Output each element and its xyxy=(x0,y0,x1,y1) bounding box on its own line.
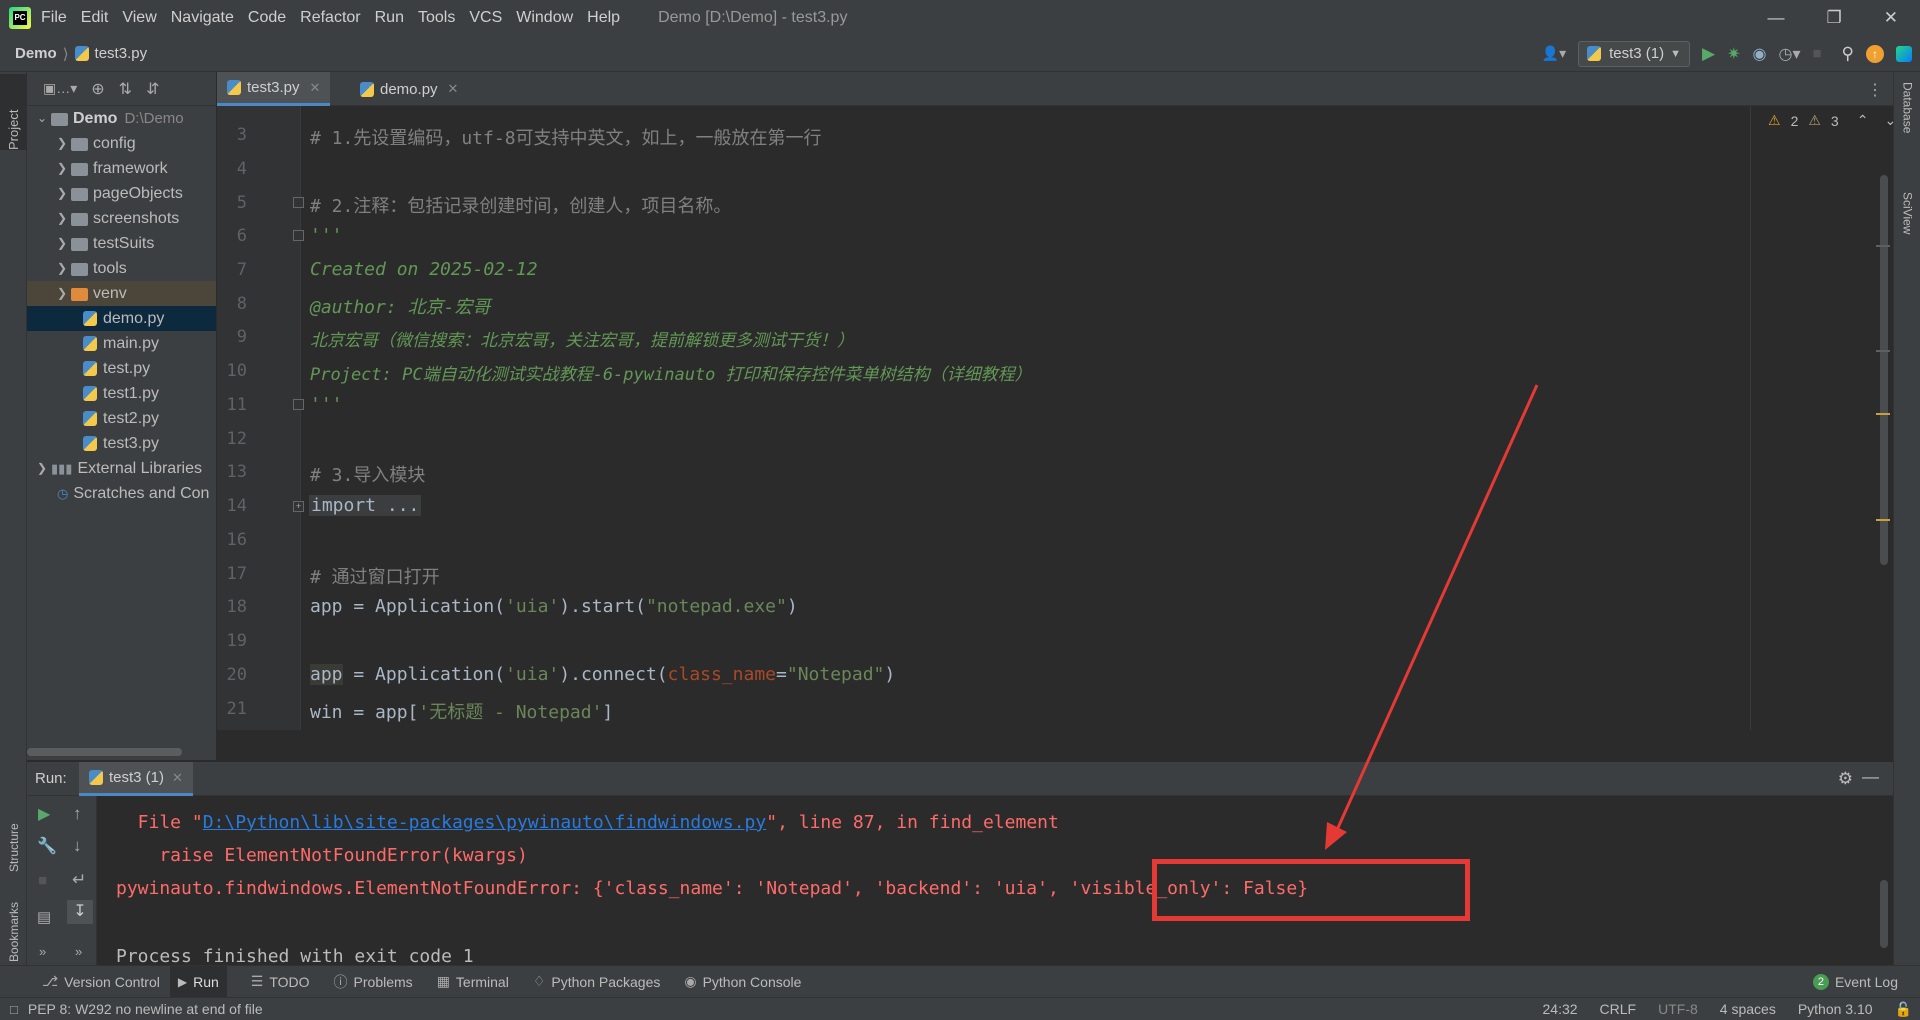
status-bar: □ PEP 8: W292 no newline at end of file … xyxy=(0,997,1920,1020)
tool-label: Problems xyxy=(353,973,413,990)
panel-toggle-icon[interactable]: □ xyxy=(10,1002,18,1017)
lock-icon[interactable]: 🔓 xyxy=(1895,1001,1912,1018)
python-interpreter[interactable]: Python 3.10 xyxy=(1798,1001,1873,1017)
tool-version-control[interactable]: ⎇ Version Control xyxy=(42,973,160,990)
event-log-badge: 2 xyxy=(1812,973,1829,990)
tool-event-log[interactable]: 2 Event Log xyxy=(1812,973,1898,990)
bottom-tool-bar: ⎇ Version Control ▶ Run ☰ TODO ⓘ Problems ▦ T… xyxy=(0,965,1920,997)
tool-terminal[interactable]: ▦ Terminal xyxy=(437,973,509,990)
tool-label: Terminal xyxy=(455,973,509,990)
tool-label: TODO xyxy=(269,973,310,990)
annotation-arrow xyxy=(1325,384,1539,850)
tool-problems[interactable]: ⓘ Problems xyxy=(334,972,413,992)
tool-python-console[interactable]: ◉ Python Console xyxy=(684,973,801,990)
indent-setting[interactable]: 4 spaces xyxy=(1720,1001,1776,1017)
branch-icon: ⎇ xyxy=(42,973,59,989)
run-icon: ▶ xyxy=(177,974,188,989)
annotation-arrowhead xyxy=(1325,822,1347,850)
tool-label: Event Log xyxy=(1834,973,1898,990)
tool-label: Python Console xyxy=(702,973,802,990)
tool-python-packages[interactable]: ♢ Python Packages xyxy=(533,973,661,990)
tool-label: Python Packages xyxy=(551,973,661,990)
caret-position[interactable]: 24:32 xyxy=(1543,1001,1578,1017)
python-console-icon: ◉ xyxy=(684,973,697,989)
annotation-arrow-line xyxy=(1335,384,1539,831)
list-icon: ☰ xyxy=(250,973,264,989)
file-encoding[interactable]: UTF-8 xyxy=(1658,1001,1698,1017)
terminal-icon: ▦ xyxy=(436,973,450,989)
tool-label: Version Control xyxy=(64,973,160,990)
tool-todo[interactable]: ☰ TODO xyxy=(251,973,310,990)
status-message[interactable]: PEP 8: W292 no newline at end of file xyxy=(28,1001,263,1017)
tool-label: Run xyxy=(193,973,219,990)
problems-icon: ⓘ xyxy=(333,973,348,990)
tool-run[interactable]: ▶ Run xyxy=(169,966,227,997)
package-icon: ♢ xyxy=(532,973,546,989)
line-separator[interactable]: CRLF xyxy=(1600,1001,1637,1017)
